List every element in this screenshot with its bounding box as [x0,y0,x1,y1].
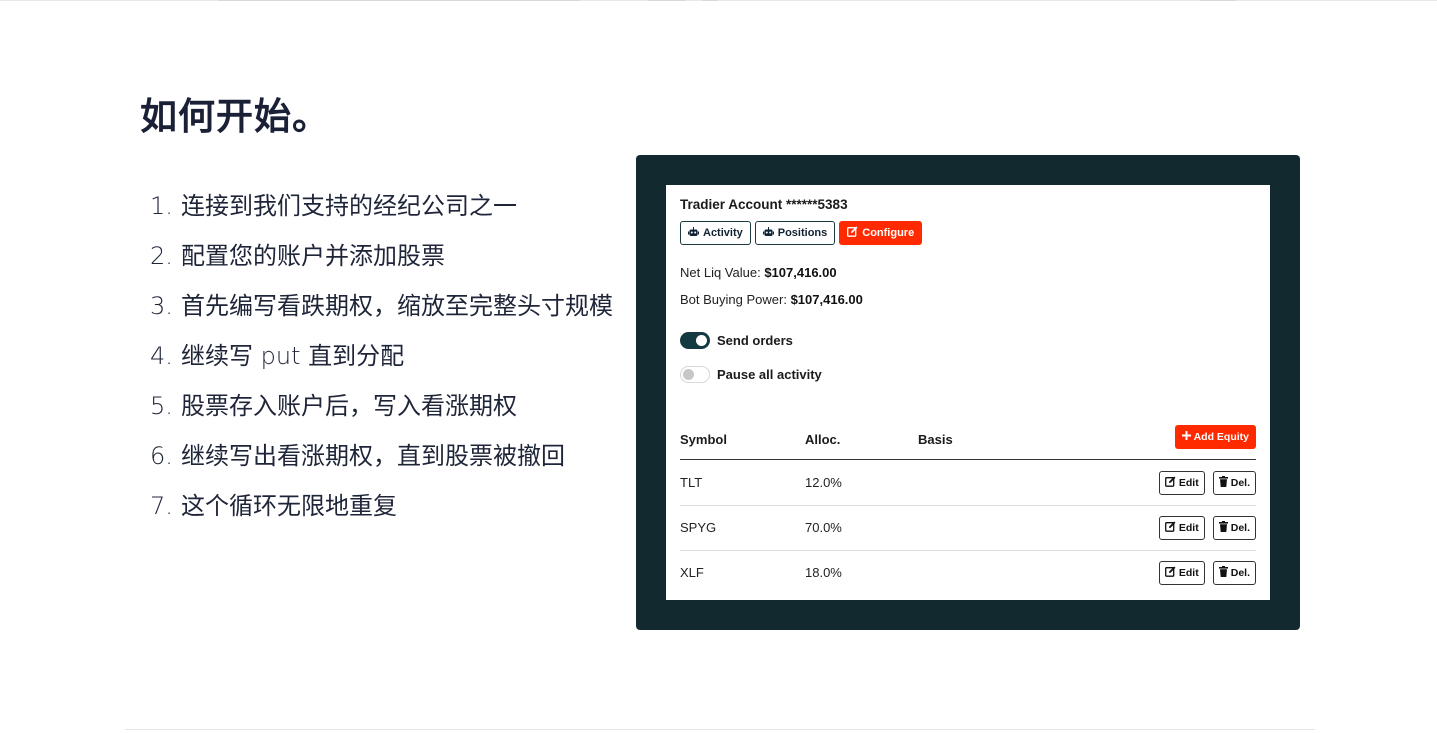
edit-button[interactable]: Edit [1158,516,1205,540]
edit-button[interactable]: Edit [1158,471,1205,495]
cell-symbol: TLT [680,475,703,490]
table-row: SPYG 70.0% Edit Del. [680,506,1256,551]
pause-activity-switch[interactable] [680,366,710,383]
pause-activity-toggle-row: Pause all activity [680,366,822,383]
page-title: 如何开始。 [140,95,330,138]
row-actions: Edit Del. [1158,516,1256,540]
cell-alloc: 70.0% [805,520,842,535]
list-item: 3. 首先编写看跌期权，缩放至完整头寸规模 [150,286,620,326]
configure-button[interactable]: Configure [839,221,923,245]
table-row: TLT 12.0% Edit Del. [680,461,1256,506]
list-item: 7. 这个循环无限地重复 [150,486,620,526]
plus-icon [1181,431,1191,443]
step-number: 1. [150,192,173,220]
step-text: 继续写 put 直到分配 [181,342,405,370]
table-row: XLF 18.0% Edit Del. [680,551,1256,596]
row-actions: Edit Del. [1158,561,1256,585]
activity-label: Activity [703,227,743,239]
send-orders-label: Send orders [717,333,793,348]
step-text: 股票存入账户后，写入看涨期权 [181,392,517,420]
header-symbol: Symbol [680,432,727,447]
bottom-divider [125,729,1315,730]
account-actions: Activity Positions Configure [680,221,923,245]
step-text: 这个循环无限地重复 [181,492,397,520]
top-faded-text [218,0,580,1]
cell-alloc: 18.0% [805,565,842,580]
robot-icon [762,226,774,240]
send-orders-switch[interactable] [680,332,710,349]
screenshot-frame: Tradier Account ******5383 Activity Posi… [636,155,1300,630]
equity-table-header: Symbol Alloc. Basis Add Equity [680,425,1256,460]
edit-icon [1164,521,1176,535]
activity-button[interactable]: Activity [680,221,751,245]
page: 如何开始。 1. 连接到我们支持的经纪公司之一 2. 配置您的账户并添加股票 3… [0,0,1437,733]
step-number: 3. [150,292,173,320]
net-liq-value: $107,416.00 [764,265,837,280]
buying-power-label: Bot Buying Power: [680,292,787,307]
switch-knob [683,369,694,380]
edit-icon [847,226,858,240]
delete-label: Del. [1230,522,1250,534]
edit-icon [1164,566,1176,580]
trash-icon [1218,566,1228,580]
account-panel: Tradier Account ******5383 Activity Posi… [666,185,1270,600]
step-number: 7. [150,492,173,520]
list-item: 5. 股票存入账户后，写入看涨期权 [150,386,620,426]
add-equity-button[interactable]: Add Equity [1174,425,1256,449]
row-actions: Edit Del. [1158,471,1256,495]
switch-knob [696,335,707,346]
trash-icon [1218,521,1228,535]
delete-label: Del. [1230,567,1250,579]
step-text: 连接到我们支持的经纪公司之一 [181,192,517,220]
step-number: 4. [150,342,173,370]
positions-button[interactable]: Positions [754,221,836,245]
add-equity-label: Add Equity [1193,431,1249,443]
header-alloc: Alloc. [805,432,841,447]
list-item: 1. 连接到我们支持的经纪公司之一 [150,186,620,226]
edit-icon [1164,476,1176,490]
account-title: Tradier Account ******5383 [680,197,848,212]
delete-label: Del. [1230,477,1250,489]
step-number: 6. [150,442,173,470]
pause-activity-label: Pause all activity [717,367,822,382]
steps-list: 1. 连接到我们支持的经纪公司之一 2. 配置您的账户并添加股票 3. 首先编写… [150,186,620,536]
top-faded-text [648,0,686,1]
top-faded-text [702,0,718,1]
step-number: 5. [150,392,173,420]
buying-power-stat: Bot Buying Power: $107,416.00 [680,292,863,307]
trash-icon [1218,476,1228,490]
header-basis: Basis [918,432,953,447]
edit-label: Edit [1178,522,1199,534]
positions-label: Positions [777,227,828,239]
delete-button[interactable]: Del. [1212,561,1256,585]
step-text: 继续写出看涨期权，直到股票被撤回 [181,442,565,470]
list-item: 2. 配置您的账户并添加股票 [150,236,620,276]
step-text: 首先编写看跌期权，缩放至完整头寸规模 [181,292,613,320]
send-orders-toggle-row: Send orders [680,332,793,349]
edit-label: Edit [1178,567,1199,579]
step-number: 2. [150,242,173,270]
net-liq-label: Net Liq Value: [680,265,761,280]
edit-button[interactable]: Edit [1158,561,1205,585]
top-faded-text [1200,0,1236,1]
list-item: 4. 继续写 put 直到分配 [150,336,620,376]
delete-button[interactable]: Del. [1212,516,1256,540]
net-liq-stat: Net Liq Value: $107,416.00 [680,265,837,280]
configure-label: Configure [862,227,915,239]
edit-label: Edit [1178,477,1199,489]
cell-symbol: XLF [680,565,704,580]
cell-symbol: SPYG [680,520,717,535]
delete-button[interactable]: Del. [1212,471,1256,495]
robot-icon [688,226,699,240]
step-text: 配置您的账户并添加股票 [181,242,445,270]
cell-alloc: 12.0% [805,475,842,490]
buying-power-value: $107,416.00 [790,292,863,307]
list-item: 6. 继续写出看涨期权，直到股票被撤回 [150,436,620,476]
